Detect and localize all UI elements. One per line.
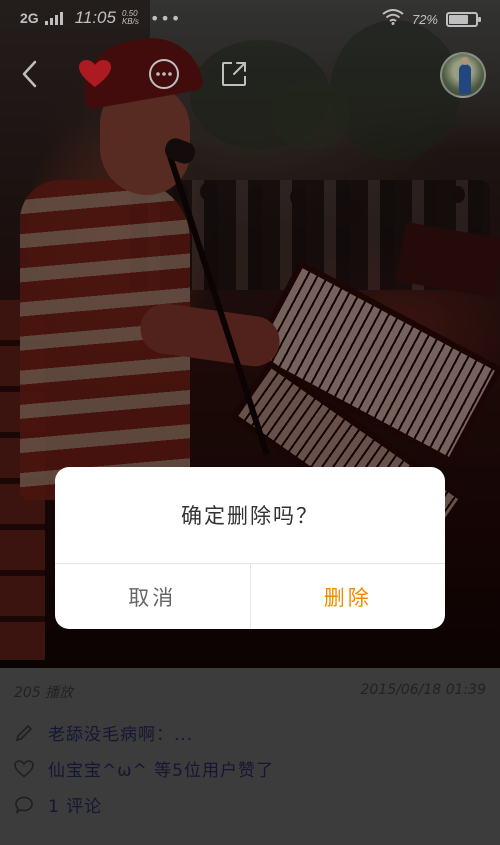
modal-scrim[interactable]: [0, 0, 500, 845]
dialog-message: 确定删除吗？: [181, 504, 319, 528]
delete-button[interactable]: 删除: [251, 564, 446, 629]
confirm-delete-dialog: 确定删除吗？ 取消 删除: [55, 467, 445, 629]
cancel-button[interactable]: 取消: [55, 564, 251, 629]
